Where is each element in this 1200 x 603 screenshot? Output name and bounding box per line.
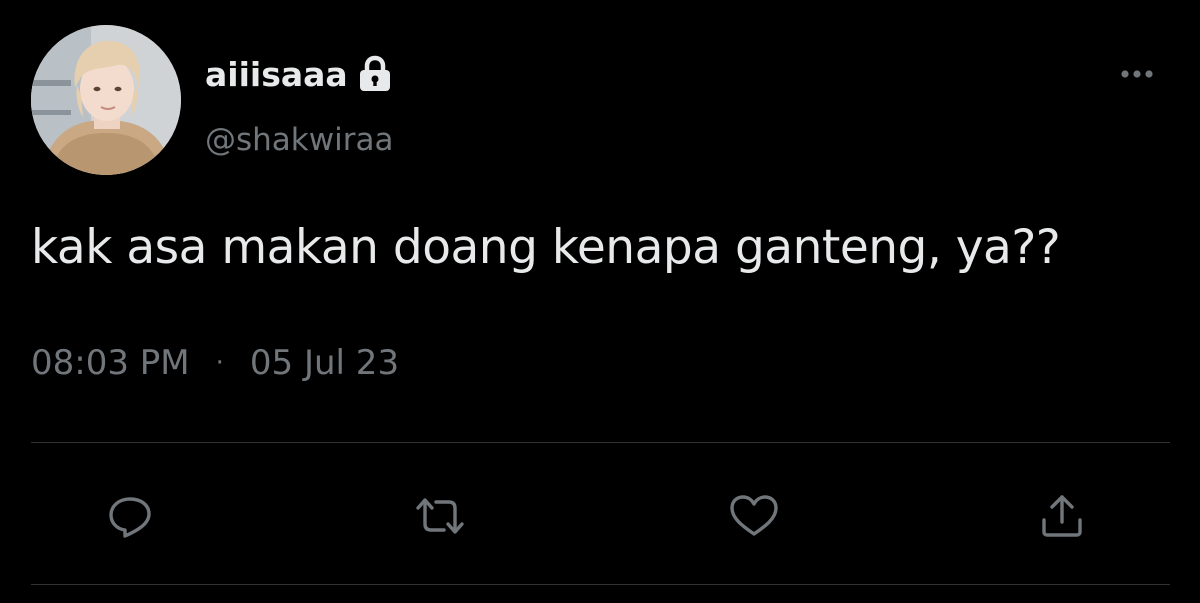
like-icon	[730, 495, 778, 536]
bottom-divider	[31, 584, 1170, 585]
user-handle[interactable]: @shakwiraa	[205, 122, 393, 158]
reply-icon	[109, 497, 151, 538]
retweet-icon	[416, 498, 464, 534]
like-button[interactable]	[726, 488, 782, 544]
avatar[interactable]	[31, 25, 181, 175]
lock-icon	[358, 55, 392, 93]
tweet-date: 05 Jul 23	[249, 343, 400, 383]
tweet-text: kak asa makan doang kenapa ganteng, ya??	[31, 220, 1061, 275]
tweet-time: 08:03 PM	[31, 343, 190, 383]
tweet-timestamp[interactable]: 08:03 PM · 05 Jul 23	[31, 343, 399, 383]
reply-button[interactable]	[102, 488, 158, 544]
divider	[31, 442, 1170, 443]
share-icon	[1042, 495, 1082, 537]
name-row: aiiisaaa	[205, 50, 392, 98]
display-name[interactable]: aiiisaaa	[205, 55, 348, 94]
more-icon[interactable]	[1114, 62, 1160, 86]
separator-dot: ·	[215, 348, 224, 378]
avatar-photo	[31, 25, 181, 175]
share-button[interactable]	[1034, 488, 1090, 544]
retweet-button[interactable]	[412, 488, 468, 544]
